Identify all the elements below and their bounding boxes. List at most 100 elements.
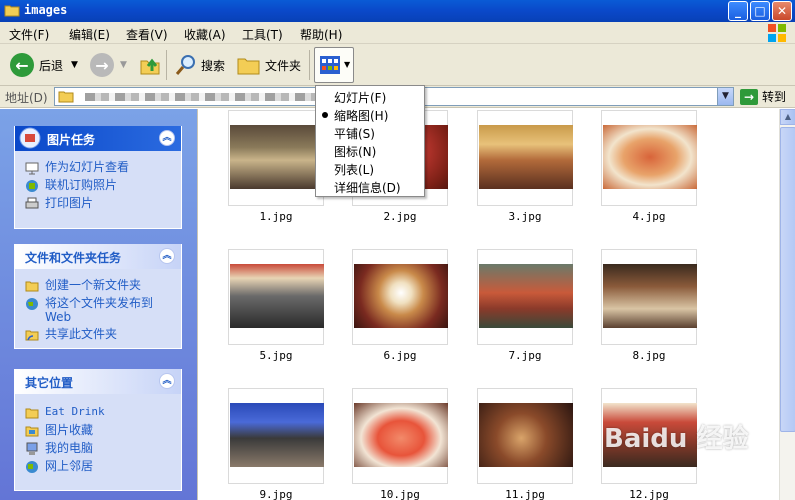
picture-tasks-icon (19, 127, 41, 149)
windows-logo-icon (768, 24, 786, 42)
file-label[interactable]: 1.jpg (228, 210, 324, 223)
slideshow-icon (25, 162, 39, 175)
new-folder-link[interactable]: 创建一个新文件夹 (25, 278, 171, 293)
panel-title: 其它位置 (25, 376, 74, 390)
photo-market-street (230, 125, 324, 189)
view-list-item[interactable]: 列表(L) (334, 161, 374, 178)
share-folder-icon (25, 330, 39, 341)
collapse-icon[interactable]: ︽ (159, 130, 175, 146)
folders-button[interactable]: 文件夹 (237, 50, 301, 80)
link-label: 网上邻居 (45, 459, 94, 473)
panel-title: 文件和文件夹任务 (25, 251, 122, 265)
thumbnail-6[interactable] (352, 249, 448, 345)
thumbnail-7[interactable] (477, 249, 573, 345)
photo-seafood-stall (479, 264, 573, 328)
place-eat-drink[interactable]: Eat Drink (25, 405, 171, 420)
scroll-thumb[interactable] (780, 127, 795, 432)
forward-arrow-icon: → (90, 53, 114, 77)
file-label[interactable]: 11.jpg (477, 488, 573, 500)
panel-body: Eat Drink 图片收藏 我的电脑 网上邻居 (15, 394, 181, 485)
publish-web-link[interactable]: 将这个文件夹发布到 Web (25, 296, 171, 324)
view-tiles-item[interactable]: 平铺(S) (334, 125, 375, 142)
panel-header[interactable]: 其它位置 ︽ (15, 369, 181, 394)
place-my-pictures[interactable]: 图片收藏 (25, 423, 171, 438)
place-network[interactable]: 网上邻居 (25, 459, 171, 474)
link-label: 打印图片 (45, 196, 94, 210)
print-pictures-link[interactable]: 打印图片 (25, 196, 171, 211)
file-label[interactable]: 12.jpg (601, 488, 697, 500)
computer-icon (26, 442, 38, 455)
file-label[interactable]: 9.jpg (228, 488, 324, 500)
menu-help[interactable]: 帮助(H) (300, 26, 342, 43)
thumbnail-9[interactable] (228, 388, 324, 484)
search-button[interactable]: 搜索 (174, 50, 225, 80)
title-bar: images _ □ ✕ (0, 0, 795, 22)
file-label[interactable]: 2.jpg (352, 210, 448, 223)
order-prints-link[interactable]: 联机订购照片 (25, 178, 171, 193)
file-label[interactable]: 5.jpg (228, 349, 324, 362)
thumbnail-3[interactable] (477, 110, 573, 206)
address-dropdown-button[interactable]: ▼ (717, 88, 733, 105)
chevron-down-icon: ▼ (71, 60, 78, 70)
view-icons-item[interactable]: 图标(N) (334, 143, 376, 160)
forward-button[interactable]: → ▼ (90, 50, 127, 80)
go-button[interactable]: → 转到 (740, 88, 786, 105)
collapse-icon[interactable]: ︽ (159, 248, 175, 264)
photo-dessert-cone (354, 264, 448, 328)
photo-sashimi-plate (354, 403, 448, 467)
collapse-icon[interactable]: ︽ (159, 373, 175, 389)
file-label[interactable]: 4.jpg (601, 210, 697, 223)
vertical-scrollbar[interactable]: ▲ (779, 109, 795, 500)
view-details-item[interactable]: 详细信息(D) (334, 179, 401, 196)
toolbar-separator (309, 50, 310, 80)
up-folder-icon (140, 58, 160, 75)
address-label: 地址(D) (5, 91, 48, 105)
panel-body: 作为幻灯片查看 联机订购照片 打印图片 (15, 151, 181, 222)
thumbnail-10[interactable] (352, 388, 448, 484)
other-places-panel: 其它位置 ︽ Eat Drink 图片收藏 我的电脑 网上邻居 (14, 369, 182, 491)
file-label[interactable]: 6.jpg (352, 349, 448, 362)
views-button[interactable]: ▼ (314, 47, 354, 83)
menu-bar: 文件(F) 编辑(E) 查看(V) 收藏(A) 工具(T) 帮助(H) (0, 22, 795, 44)
link-label: 作为幻灯片查看 (45, 160, 130, 174)
menu-edit[interactable]: 编辑(E) (69, 26, 110, 43)
link-label: 共享此文件夹 (45, 327, 118, 341)
photo-shop-front (230, 264, 324, 328)
menu-favorites[interactable]: 收藏(A) (184, 26, 226, 43)
globe-icon (26, 298, 38, 310)
share-folder-link[interactable]: 共享此文件夹 (25, 327, 171, 342)
close-button[interactable]: ✕ (772, 1, 792, 21)
thumbnail-4[interactable] (601, 110, 697, 206)
file-label[interactable]: 10.jpg (352, 488, 448, 500)
chevron-down-icon: ▼ (120, 60, 127, 70)
view-thumbnails-item[interactable]: 缩略图(H) (334, 107, 388, 124)
file-label[interactable]: 3.jpg (477, 210, 573, 223)
menu-file[interactable]: 文件(F) (9, 26, 49, 43)
minimize-button[interactable]: _ (728, 1, 748, 21)
thumbnail-8[interactable] (601, 249, 697, 345)
slideshow-link[interactable]: 作为幻灯片查看 (25, 160, 171, 175)
back-button[interactable]: ← 后退 ▼ (10, 50, 78, 80)
picture-tasks-panel: 图片任务 ︽ 作为幻灯片查看 联机订购照片 打印图片 (14, 126, 182, 229)
photo-crowd-signboard (230, 403, 324, 467)
view-filmstrip-item[interactable]: 幻灯片(F) (334, 89, 386, 106)
thumbnail-1[interactable] (228, 110, 324, 206)
printer-icon (25, 197, 39, 209)
thumbnail-11[interactable] (477, 388, 573, 484)
maximize-button[interactable]: □ (750, 1, 770, 21)
menu-view[interactable]: 查看(V) (126, 26, 168, 43)
scroll-up-button[interactable]: ▲ (780, 109, 795, 125)
back-arrow-icon: ← (10, 53, 34, 77)
menu-tools[interactable]: 工具(T) (242, 26, 283, 43)
file-label[interactable]: 7.jpg (477, 349, 573, 362)
up-folder-button[interactable] (139, 50, 161, 80)
address-path-blurred (85, 93, 335, 101)
panel-header[interactable]: 文件和文件夹任务 ︽ (15, 244, 181, 269)
order-prints-icon (26, 180, 38, 192)
thumbnail-5[interactable] (228, 249, 324, 345)
folder-icon (25, 408, 39, 419)
folder-icon (58, 91, 74, 103)
file-label[interactable]: 8.jpg (601, 349, 697, 362)
panel-header[interactable]: 图片任务 ︽ (15, 126, 181, 151)
place-my-computer[interactable]: 我的电脑 (25, 441, 171, 456)
